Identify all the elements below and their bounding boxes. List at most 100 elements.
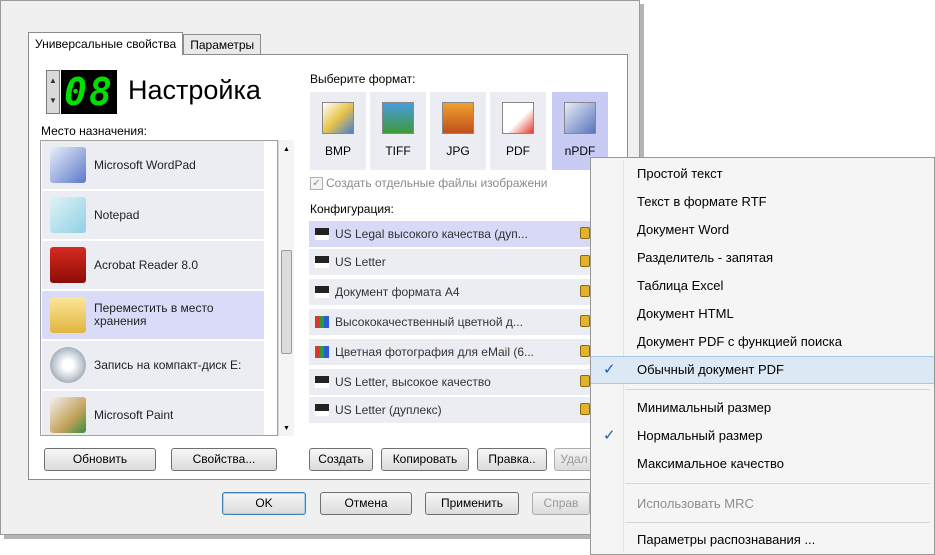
config-item[interactable]: US Letter (дуплекс) — [309, 397, 594, 423]
checkbox-label: Создать отдельные файлы изображени — [326, 176, 548, 190]
format-options-menu: Простой текст Текст в формате RTF Докуме… — [590, 157, 935, 555]
destination-label: Место назначения: — [41, 124, 147, 138]
color-scanner-icon — [315, 316, 329, 328]
cancel-button[interactable]: Отмена — [320, 492, 412, 515]
button-number-display: 08 — [61, 70, 117, 114]
acrobat-icon — [50, 247, 86, 283]
list-item-label: Запись на компакт-диск E: — [94, 357, 242, 372]
config-item[interactable]: US Letter — [309, 249, 594, 275]
lock-icon — [580, 403, 590, 415]
menu-item-html[interactable]: Документ HTML — [591, 300, 934, 328]
checkmark-icon: ✓ — [603, 427, 616, 444]
menu-item-searchable-pdf[interactable]: Документ PDF с функцией поиска — [591, 328, 934, 356]
tab-universal-properties[interactable]: Универсальные свойства — [28, 32, 184, 55]
lock-icon — [580, 315, 590, 327]
properties-button[interactable]: Свойства... — [171, 448, 277, 471]
notepad-icon — [50, 197, 86, 233]
format-label-tiff: TIFF — [385, 144, 411, 158]
menu-item-excel[interactable]: Таблица Excel — [591, 272, 934, 300]
config-item[interactable]: Цветная фотография для eMail (6... — [309, 339, 594, 365]
help-button[interactable]: Справ — [532, 492, 590, 515]
apply-button[interactable]: Применить — [425, 492, 519, 515]
lock-icon — [580, 285, 590, 297]
config-item[interactable]: US Legal высокого качества (дуп... — [309, 221, 594, 247]
bmp-icon — [322, 102, 354, 134]
scroll-down-icon[interactable]: ▼ — [279, 425, 294, 432]
menu-item-plain-text[interactable]: Простой текст — [591, 160, 934, 188]
menu-item-normal-size[interactable]: ✓ Нормальный размер — [591, 422, 934, 450]
destination-list: Microsoft WordPad Notepad Acrobat Reader… — [40, 140, 278, 436]
list-item[interactable]: Microsoft WordPad — [42, 141, 264, 189]
menu-item-use-mrc[interactable]: Использовать MRC — [591, 490, 934, 518]
ok-button[interactable]: OK — [222, 492, 306, 515]
format-bmp[interactable]: BMP — [310, 92, 366, 170]
list-item-label: Microsoft Paint — [94, 407, 174, 422]
format-label-bmp: BMP — [324, 144, 351, 158]
format-tiff[interactable]: TIFF — [370, 92, 426, 170]
list-item[interactable]: Notepad — [42, 191, 264, 239]
lock-icon — [580, 375, 590, 387]
lock-icon — [580, 227, 590, 239]
spin-up-icon[interactable]: ▲ — [47, 71, 59, 91]
scanner-icon — [315, 376, 329, 388]
counter-spinner[interactable]: ▲ ▼ — [46, 70, 60, 114]
config-item[interactable]: Документ формата A4 — [309, 279, 594, 305]
color-scanner-icon — [315, 346, 329, 358]
config-item-label: Высококачественный цветной д... — [335, 315, 523, 329]
config-item[interactable]: US Letter, высокое качество — [309, 369, 594, 395]
scanner-icon — [315, 228, 329, 240]
config-item-label: Цветная фотография для eMail (6... — [335, 345, 534, 359]
lock-icon — [580, 345, 590, 357]
config-item-label: Документ формата A4 — [335, 285, 460, 299]
checkbox[interactable]: ✓ — [310, 176, 323, 190]
tiff-icon — [382, 102, 414, 134]
tab-parameters[interactable]: Параметры — [183, 34, 262, 55]
menu-separator — [625, 389, 930, 390]
menu-item-normal-pdf[interactable]: ✓ Обычный документ PDF — [591, 356, 934, 384]
list-item[interactable]: Запись на компакт-диск E: — [42, 341, 264, 389]
scanner-icon — [315, 404, 329, 416]
scanner-icon — [315, 286, 329, 298]
list-item-label: Microsoft WordPad — [94, 157, 196, 172]
cd-burner-icon — [50, 347, 86, 383]
format-label-npdf: nPDF — [564, 144, 596, 158]
delete-button[interactable]: Удал — [554, 448, 594, 471]
format-jpg[interactable]: JPG — [430, 92, 486, 170]
menu-item-ocr-settings[interactable]: Параметры распознавания ... — [591, 526, 934, 554]
scroll-up-icon[interactable]: ▲ — [279, 146, 294, 153]
list-item-selected[interactable]: Переместить в место хранения — [42, 291, 264, 339]
list-item-label: Notepad — [94, 207, 140, 222]
format-pdf[interactable]: PDF — [490, 92, 546, 170]
separate-files-option[interactable]: ✓ Создать отдельные файлы изображени — [310, 176, 547, 190]
tab-bar: Универсальные свойства Параметры — [28, 32, 262, 55]
configuration-title: Настройка — [128, 75, 261, 105]
config-item-label: US Legal высокого качества (дуп... — [335, 227, 528, 241]
folder-icon — [50, 297, 86, 333]
menu-item-word[interactable]: Документ Word — [591, 216, 934, 244]
config-item-label: US Letter (дуплекс) — [335, 403, 442, 417]
jpg-icon — [442, 102, 474, 134]
list-item-label: Переместить в место хранения — [94, 301, 214, 328]
menu-item-comma-separated[interactable]: Разделитель - запятая — [591, 244, 934, 272]
scanner-icon — [315, 256, 329, 268]
scrollbar-thumb[interactable] — [281, 250, 292, 354]
menu-separator — [625, 522, 930, 523]
menu-separator — [625, 483, 930, 484]
list-item-label: Acrobat Reader 8.0 — [94, 257, 199, 272]
edit-button[interactable]: Правка.. — [477, 448, 547, 471]
refresh-button[interactable]: Обновить — [44, 448, 156, 471]
wordpad-icon — [50, 147, 86, 183]
list-item[interactable]: Acrobat Reader 8.0 — [42, 241, 264, 289]
list-item[interactable]: Microsoft Paint — [42, 391, 264, 435]
menu-item-maximum-quality[interactable]: Максимальное качество — [591, 450, 934, 478]
lock-icon — [580, 255, 590, 267]
create-button[interactable]: Создать — [309, 448, 373, 471]
menu-item-minimum-size[interactable]: Минимальный размер — [591, 394, 934, 422]
menu-item-rtf[interactable]: Текст в формате RTF — [591, 188, 934, 216]
config-item-label: US Letter — [335, 255, 386, 269]
copy-button[interactable]: Копировать — [381, 448, 469, 471]
spin-down-icon[interactable]: ▼ — [47, 91, 59, 111]
npdf-icon — [564, 102, 596, 134]
config-item[interactable]: Высококачественный цветной д... — [309, 309, 594, 335]
pdf-icon — [502, 102, 534, 134]
